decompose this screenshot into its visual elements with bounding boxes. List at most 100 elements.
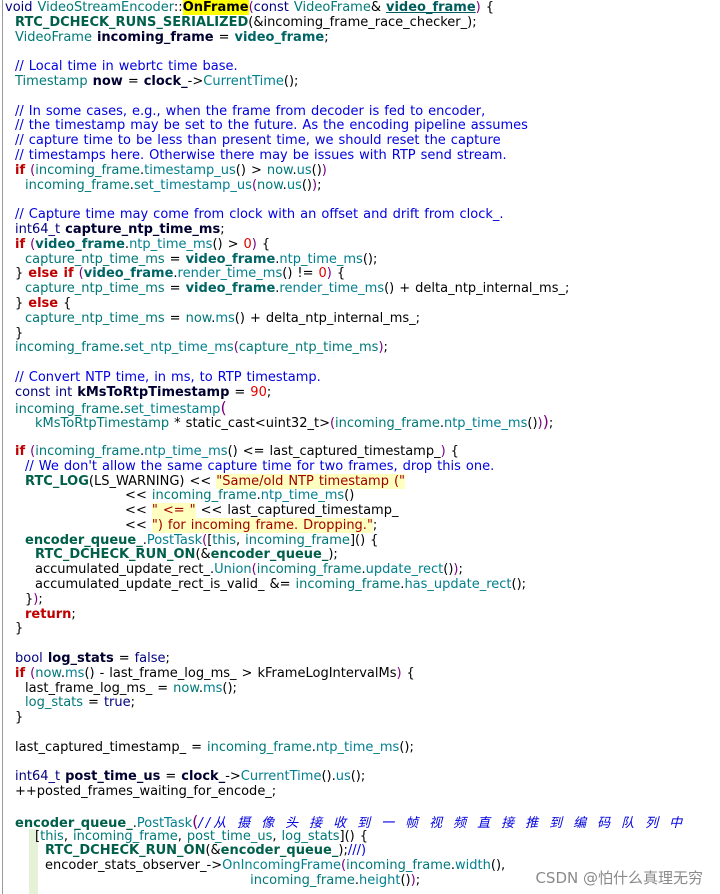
code-line[interactable]: // timestamps here. Otherwise there may … [5, 148, 717, 164]
code-line[interactable]: incoming_frame.set_timestamp_us(now.us()… [5, 177, 717, 194]
code-line[interactable]: } [5, 710, 717, 726]
code-editor[interactable]: void VideoStreamEncoder::OnFrame(const V… [0, 0, 720, 894]
code-line[interactable]: const int kMsToRtpTimestamp = 90; [5, 385, 717, 401]
code-text: , [272, 828, 282, 844]
code-line[interactable]: capture_ntp_time_ms = now.ms() + delta_n… [5, 310, 717, 327]
code-keyword: const [253, 0, 289, 15]
code-line[interactable]: capture_ntp_time_ms = video_frame.render… [5, 281, 717, 297]
code-line[interactable]: RTC_DCHECK_RUNS_SERIALIZED(&incoming_fra… [5, 15, 717, 31]
code-macro: RTC_LOG [25, 473, 89, 489]
code-variable: incoming_frame [25, 177, 130, 193]
code-line[interactable]: << " <= " << last_captured_timestamp_ [5, 503, 717, 519]
code-variable: capture_ntp_time_ms [238, 340, 379, 356]
code-string: ") for incoming frame. Dropping." [151, 517, 373, 533]
code-line[interactable]: // the timestamp may be set to the futur… [5, 118, 717, 134]
code-parameter: video_frame [234, 29, 325, 45]
code-line[interactable] [5, 637, 717, 652]
code-line[interactable]: accumulated_update_rect_.Union(incoming_… [5, 562, 717, 578]
code-line[interactable]: incoming_frame.set_timestamp( [5, 399, 717, 416]
code-view[interactable]: void VideoStreamEncoder::OnFrame(const V… [5, 0, 717, 889]
code-text: () [527, 416, 538, 432]
code-line[interactable]: encoder_queue_.PostTask(//从 摄 像 头 接 收 到 … [5, 813, 717, 830]
code-line[interactable]: ++posted_frames_waiting_for_encode_; [5, 784, 717, 800]
code-text: (), [490, 858, 506, 874]
code-line[interactable] [5, 756, 717, 771]
code-line[interactable]: bool log_stats = false; [5, 651, 717, 667]
code-macro: RTC_DCHECK_RUN_ON [45, 843, 206, 859]
code-text: { [331, 266, 346, 282]
code-variable: incoming_frame [72, 828, 178, 844]
code-control-keyword: if [15, 236, 26, 252]
code-line[interactable] [5, 430, 717, 445]
code-line[interactable]: RTC_DCHECK_RUN_ON(&encoder_queue_); [5, 548, 717, 563]
code-line[interactable]: log_stats = true; [5, 696, 717, 711]
code-function-call: render_time_ms [177, 266, 283, 282]
code-line[interactable]: // Local time in webrtc time base. [5, 59, 717, 75]
code-line[interactable]: int64_t capture_ntp_time_ms; [5, 222, 717, 238]
code-line[interactable]: if (video_frame.ntp_time_ms() > 0) { [5, 236, 717, 253]
code-line[interactable]: // Convert NTP time, in ms, to RTP times… [5, 370, 717, 386]
code-string: "Same/old NTP timestamp (" [216, 473, 406, 489]
code-text: -> [225, 769, 241, 785]
code-line[interactable]: kMsToRtpTimestamp * static_cast<uint32_t… [5, 414, 717, 432]
code-comment: ///) [347, 843, 367, 859]
code-variable: incoming_frame [346, 858, 451, 874]
code-declaration: now [92, 73, 123, 89]
code-line[interactable]: }); [5, 592, 717, 608]
code-line[interactable] [5, 45, 717, 60]
code-number: 0 [243, 236, 252, 252]
code-line[interactable]: } else if (video_frame.render_time_ms() … [5, 266, 717, 282]
code-line[interactable]: return; [5, 606, 717, 623]
code-text: = [113, 651, 135, 667]
code-line[interactable]: << ") for incoming frame. Dropping."; [5, 517, 717, 534]
code-line[interactable]: } [5, 326, 717, 342]
code-variable: log_stats [281, 828, 340, 844]
code-line[interactable]: VideoFrame incoming_frame = video_frame; [5, 29, 717, 46]
code-line[interactable]: if (incoming_frame.timestamp_us() > now.… [5, 162, 717, 179]
code-line[interactable]: } else { [5, 296, 717, 312]
code-line[interactable]: } [5, 622, 717, 637]
code-line[interactable]: Timestamp now = clock_->CurrentTime(); [5, 73, 717, 90]
code-text: (& [195, 547, 211, 563]
code-keyword: bool [15, 651, 43, 667]
code-line[interactable] [5, 193, 717, 208]
code-line[interactable] [5, 726, 717, 741]
code-line[interactable]: // capture time to be less than present … [5, 133, 717, 149]
code-line[interactable]: RTC_DCHECK_RUN_ON(&encoder_queue_);///) [5, 844, 717, 859]
code-line[interactable]: encoder_queue_.PostTask([this, incoming_… [5, 532, 717, 549]
code-line[interactable]: << incoming_frame.ntp_time_ms() [5, 488, 717, 504]
code-text: () + delta_ntp_internal_ms_; [234, 310, 421, 326]
code-text: ; [324, 29, 329, 45]
code-line[interactable]: if (now.ms() - last_frame_log_ms_ > kFra… [5, 666, 717, 682]
code-line[interactable]: int64_t post_time_us = clock_->CurrentTi… [5, 770, 717, 785]
code-text: (); [283, 73, 299, 89]
code-comment: // Local time in webrtc time base. [15, 59, 238, 75]
code-line[interactable]: // Capture time may come from clock with… [5, 207, 717, 223]
code-string: " <= " [151, 503, 196, 519]
code-line[interactable]: // In some cases, e.g., when the frame f… [5, 104, 717, 120]
code-line[interactable] [5, 90, 717, 105]
code-line[interactable]: incoming_frame.set_ntp_time_ms(capture_n… [5, 340, 717, 356]
code-line[interactable]: last_frame_log_ms_ = now.ms(); [5, 681, 717, 697]
code-line[interactable]: if (incoming_frame.ntp_time_ms() <= last… [5, 444, 717, 460]
code-text: << [5, 503, 152, 519]
code-text: ; [71, 606, 76, 622]
code-line[interactable]: [this, incoming_frame, post_time_us, log… [5, 828, 717, 845]
code-declaration: post_time_us [65, 769, 161, 785]
code-function-call: timestamp_us [144, 162, 236, 178]
code-text: (). [321, 769, 336, 785]
code-line[interactable]: RTC_LOG(LS_WARNING) << "Same/old NTP tim… [5, 473, 717, 490]
code-line[interactable]: accumulated_update_rect_is_valid_ &= inc… [5, 577, 717, 593]
code-text: , [236, 532, 246, 548]
code-line[interactable]: void VideoStreamEncoder::OnFrame(const V… [5, 0, 717, 16]
code-line[interactable]: last_captured_timestamp_ = incoming_fram… [5, 740, 717, 756]
code-line[interactable]: capture_ntp_time_ms = video_frame.ntp_ti… [5, 252, 717, 268]
code-text: () != [282, 266, 319, 282]
code-line[interactable]: // We don't allow the same capture time … [5, 459, 717, 475]
code-line[interactable] [5, 800, 717, 815]
code-line[interactable] [5, 356, 717, 371]
